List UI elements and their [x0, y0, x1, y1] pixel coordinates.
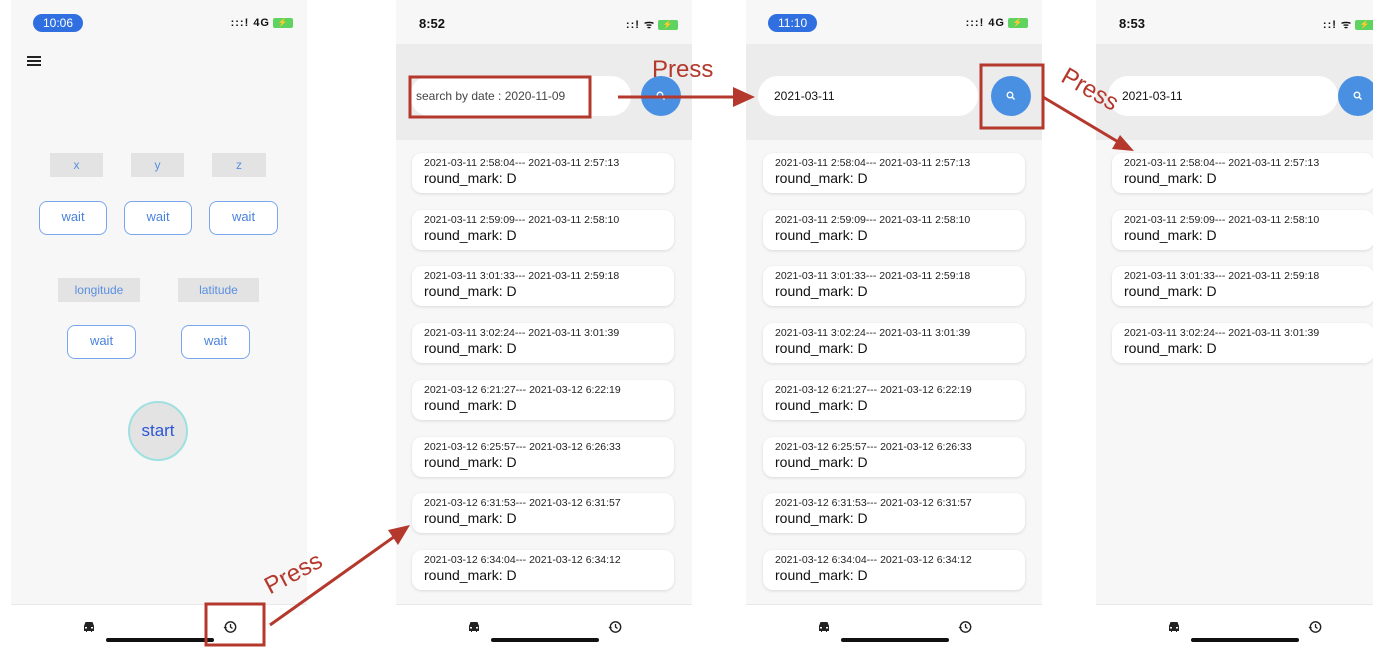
arrowhead: [733, 87, 755, 107]
highlight-box-search-input: [408, 75, 592, 119]
press-annotation-2: Press: [652, 56, 714, 83]
annotation-overlay: [204, 63, 1134, 647]
arrowhead: [1112, 135, 1134, 151]
highlight-box-search-button: [979, 63, 1045, 130]
arrowhead: [388, 525, 410, 545]
highlight-box-history-tab: [204, 602, 266, 647]
